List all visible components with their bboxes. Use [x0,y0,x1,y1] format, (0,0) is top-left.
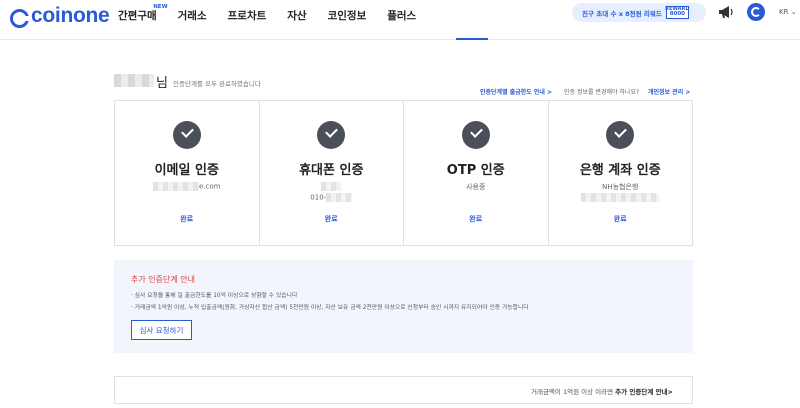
card-otp-verification: OTP 인증 사용중 완료 [404,101,549,245]
masked-phone-owner [260,182,404,191]
promo-text: 친구 초대 수 x 8천원 리워드 [582,9,662,18]
top-header: coinone 간편구매 NEW 거래소 프로차트 자산 코인정보 플러스 친구 … [0,0,800,40]
additional-verification-notice: 추가 인증단계 안내 · 심사 요청을 통해 일 출금한도를 10억 이상으로 … [114,260,693,353]
card-title: OTP 인증 [446,163,505,178]
chevron-down-icon: ⌄ [790,8,797,16]
nav-item-exchange[interactable]: 거래소 [178,8,207,23]
coinone-logo[interactable]: coinone [10,4,110,28]
check-circle-icon [606,121,635,149]
status-complete[interactable]: 완료 [404,214,548,224]
notice-line: · 심사 요청을 통해 일 출금한도를 10억 이상으로 상향할 수 있습니다 [131,293,298,299]
language-selector[interactable]: KR ⌄ [779,8,797,16]
main-nav: 간편구매 NEW 거래소 프로차트 자산 코인정보 플러스 [118,4,437,23]
nav-item-coin-info[interactable]: 코인정보 [328,8,367,23]
email-domain: e.com [199,182,221,191]
chevron-right-icon: > [667,388,673,396]
bank-name: NH농협은행 [602,183,639,191]
chevron-right-icon: > [685,89,691,96]
promo-badge-bottom: 8000 [669,11,685,18]
status-complete[interactable]: 완료 [115,214,259,224]
masked-phone-number: 010- [260,193,404,202]
status-complete[interactable]: 완료 [260,214,404,224]
banner-link-label: 추가 인증단계 안내 [615,388,668,396]
additional-verification-banner: 거래금액이 1억원 이상 이라면 추가 인증단계 안내> [114,376,693,404]
masked-email: e.com [115,182,259,191]
new-badge: NEW [153,4,168,10]
nav-item-plus[interactable]: 플러스 [387,8,416,23]
name-suffix: 님 [156,76,168,91]
additional-verification-link[interactable]: 추가 인증단계 안내> [615,388,673,396]
card-title: 휴대폰 인증 [299,163,364,178]
promo-reward-badge: REWARD 8000 [665,6,690,19]
verification-title-row: 님 인증단계를 모두 완료하였습니다 인증단계별 출금한도 안내 > 인증 정보… [114,72,693,96]
check-circle-icon [461,121,490,149]
withdraw-limit-guide-link[interactable]: 인증단계별 출금한도 안내 > [480,87,552,96]
limit-link-label: 인증단계별 출금한도 안내 [480,89,545,96]
card-phone-verification: 휴대폰 인증 010- 완료 [260,101,404,245]
verification-complete-text: 인증단계를 모두 완료하였습니다 [173,80,261,88]
logo-text: coinone [31,4,110,27]
card-email-verification: 이메일 인증 e.com 완료 [115,101,260,245]
card-bank-verification: 은행 계좌 인증 NH농협은행 완료 [549,101,693,245]
user-avatar-icon[interactable] [747,3,765,21]
nav-item-assets[interactable]: 자산 [287,8,306,23]
masked-user-name [114,74,154,87]
phone-prefix: 010- [310,193,327,202]
masked-text [581,193,660,202]
referral-promo-banner[interactable]: 친구 초대 수 x 8천원 리워드 REWARD 8000 [572,3,706,22]
banner-desc: 거래금액이 1억원 이상 이라면 [530,388,614,396]
change-info-question: 인증 정보를 변경해야 하나요? [564,89,640,96]
manage-link-label: 개인정보 관리 [648,89,684,96]
check-circle-icon [317,121,346,149]
active-nav-indicator [456,38,488,40]
card-title: 은행 계좌 인증 [579,163,661,178]
masked-account-number [549,193,693,202]
masked-text [326,193,353,202]
masked-text [321,182,342,191]
check-circle-icon [172,121,201,149]
language-label: KR [779,8,789,16]
banner-text: 거래금액이 1억원 이상 이라면 추가 인증단계 안내> [531,386,673,396]
card-title: 이메일 인증 [154,163,219,178]
chevron-right-icon: > [547,89,553,96]
request-review-button[interactable]: 심사 요청하기 [131,320,192,340]
personal-info-manage-link[interactable]: 개인정보 관리 > [648,87,690,96]
otp-status-text: 사용중 [466,183,486,191]
logo-icon [10,8,30,28]
nav-item-pro-chart[interactable]: 프로차트 [228,8,267,23]
nav-item-easy-buy[interactable]: 간편구매 NEW [118,4,168,23]
verification-cards: 이메일 인증 e.com 완료 휴대폰 인증 010- 완료 OTP 인증 사용… [114,100,693,246]
notice-title: 추가 인증단계 안내 [131,275,195,284]
nav-label: 간편구매 [118,10,157,22]
masked-text [153,182,199,191]
notice-line: · 거래금액 1억원 이상, 누적 입출금액(원화, 가상자산 합산 금액) 5… [131,305,529,311]
status-complete[interactable]: 완료 [549,214,693,224]
megaphone-icon[interactable] [718,5,734,19]
